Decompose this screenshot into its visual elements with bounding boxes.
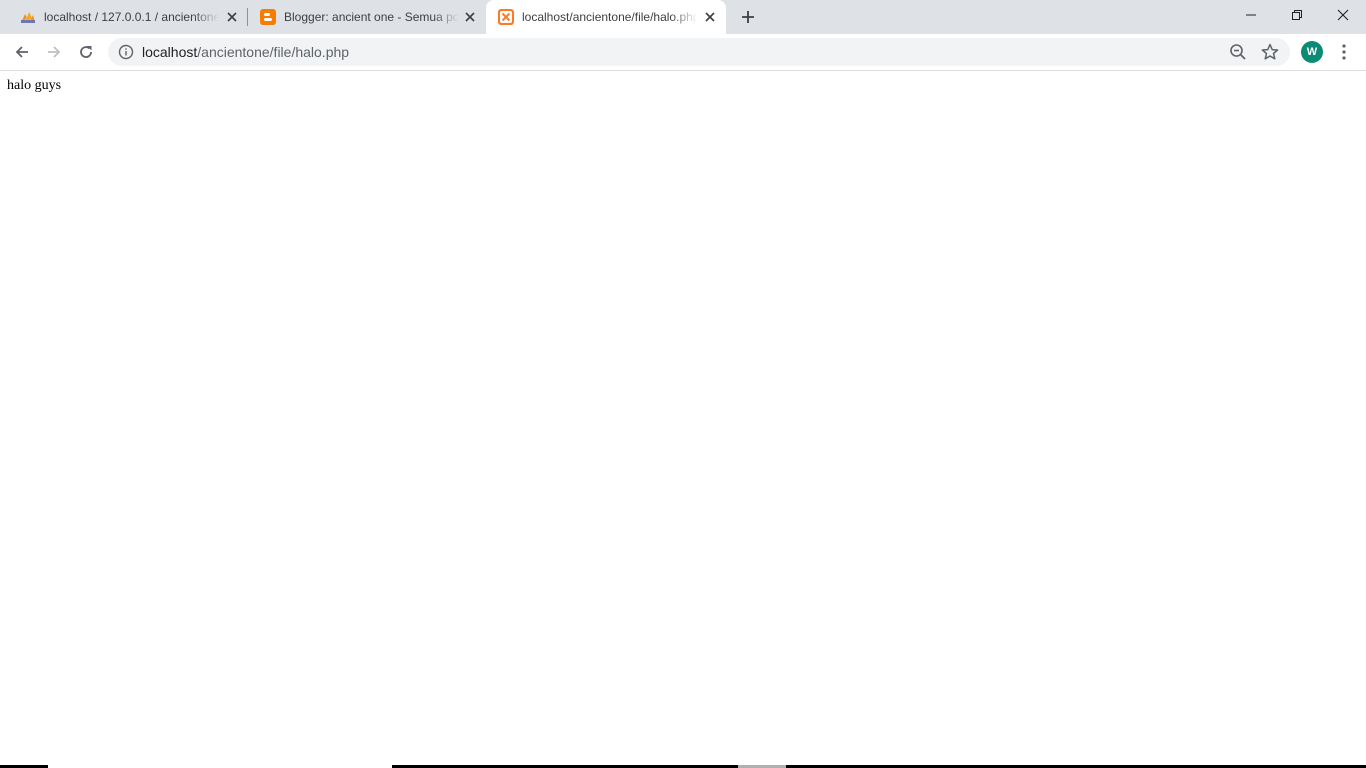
browser-menu-button[interactable] — [1334, 40, 1354, 64]
minimize-button[interactable] — [1228, 0, 1274, 30]
zoom-out-icon[interactable] — [1228, 42, 1248, 62]
tab-title: Blogger: ancient one - Semua postingan — [284, 10, 459, 24]
restore-button[interactable] — [1274, 0, 1320, 30]
tab-title: localhost/ancientone/file/halo.php — [522, 10, 697, 24]
forward-button[interactable] — [40, 38, 68, 66]
tab-title: localhost / 127.0.0.1 / ancientone — [44, 10, 219, 24]
window-close-button[interactable] — [1320, 0, 1366, 30]
blogger-icon — [260, 9, 276, 25]
back-button[interactable] — [8, 38, 36, 66]
bookmark-star-icon[interactable] — [1260, 42, 1280, 62]
page-content: halo guys — [0, 71, 1366, 765]
restore-icon — [1292, 10, 1302, 20]
info-icon[interactable] — [118, 44, 134, 60]
reload-icon — [80, 46, 92, 58]
kebab-menu-icon — [1342, 44, 1346, 60]
close-tab-icon[interactable] — [462, 9, 478, 25]
phpmyadmin-icon — [20, 9, 36, 25]
browser-window: localhost / 127.0.0.1 / ancientone Blogg… — [0, 0, 1366, 768]
minimize-icon — [1246, 14, 1256, 16]
url-text[interactable]: localhost/ancientone/file/halo.php — [142, 44, 349, 60]
close-tab-icon[interactable] — [224, 9, 240, 25]
tab-halo-php[interactable]: localhost/ancientone/file/halo.php — [486, 0, 726, 34]
new-tab-button[interactable] — [736, 5, 760, 29]
close-icon — [1337, 9, 1349, 21]
tab-phpmyadmin[interactable]: localhost / 127.0.0.1 / ancientone — [0, 0, 248, 34]
xampp-icon — [498, 9, 514, 25]
close-tab-icon[interactable] — [702, 9, 718, 25]
arrow-left-icon — [15, 46, 28, 58]
tab-strip: localhost / 127.0.0.1 / ancientone Blogg… — [0, 0, 1366, 34]
plus-icon — [742, 11, 754, 23]
page-text: halo guys — [7, 78, 62, 93]
browser-toolbar: localhost/ancientone/file/halo.php W — [0, 34, 1366, 71]
url-path: /ancientone/file/halo.php — [197, 44, 350, 60]
profile-avatar[interactable]: W — [1301, 41, 1323, 63]
reload-button[interactable] — [72, 38, 100, 66]
arrow-right-icon — [48, 46, 61, 58]
tab-blogger[interactable]: Blogger: ancient one - Semua postingan — [248, 0, 486, 34]
address-bar[interactable]: localhost/ancientone/file/halo.php — [108, 38, 1290, 66]
url-host: localhost — [142, 44, 198, 60]
